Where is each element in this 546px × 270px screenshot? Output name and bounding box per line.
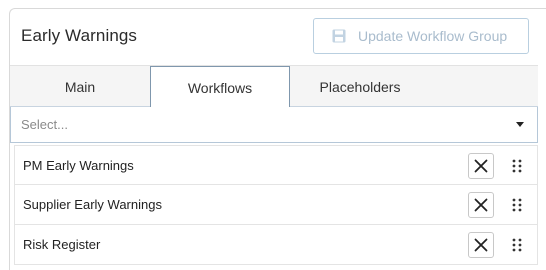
panel-title: Early Warnings — [21, 26, 138, 45]
workflow-group-panel: Early Warnings Update Workflow Group Mai… — [9, 8, 546, 270]
caret-down-icon[interactable] — [516, 122, 524, 127]
remove-button[interactable] — [468, 153, 494, 179]
close-icon — [474, 159, 488, 173]
workflow-name: Risk Register — [23, 237, 101, 252]
update-workflow-group-button[interactable]: Update Workflow Group — [313, 18, 529, 54]
workflow-select[interactable]: Select... — [10, 107, 538, 143]
list-item: Supplier Early Warnings — [14, 185, 538, 225]
drag-handle-icon[interactable] — [511, 197, 523, 213]
tab-placeholders[interactable]: Placeholders — [290, 66, 430, 108]
panel-header: Early Warnings Update Workflow Group — [10, 9, 546, 65]
workflow-select-placeholder: Select... — [21, 117, 68, 132]
list-item: PM Early Warnings — [14, 145, 538, 185]
close-icon — [474, 198, 488, 212]
tab-main[interactable]: Main — [10, 66, 150, 108]
close-icon — [474, 238, 488, 252]
list-item: Risk Register — [14, 225, 538, 265]
workflow-name: PM Early Warnings — [23, 157, 134, 173]
remove-button[interactable] — [468, 192, 494, 218]
drag-handle-icon[interactable] — [511, 158, 523, 174]
tab-bar: Main Workflows Placeholders — [10, 65, 538, 109]
tab-workflows[interactable]: Workflows — [150, 66, 290, 109]
save-icon — [332, 29, 346, 43]
update-workflow-group-label: Update Workflow Group — [358, 28, 508, 44]
remove-button[interactable] — [468, 232, 494, 258]
workflow-name: Supplier Early Warnings — [23, 197, 162, 212]
drag-handle-icon[interactable] — [511, 237, 523, 253]
workflow-list: PM Early Warnings Supplier Early Warning… — [14, 145, 538, 265]
